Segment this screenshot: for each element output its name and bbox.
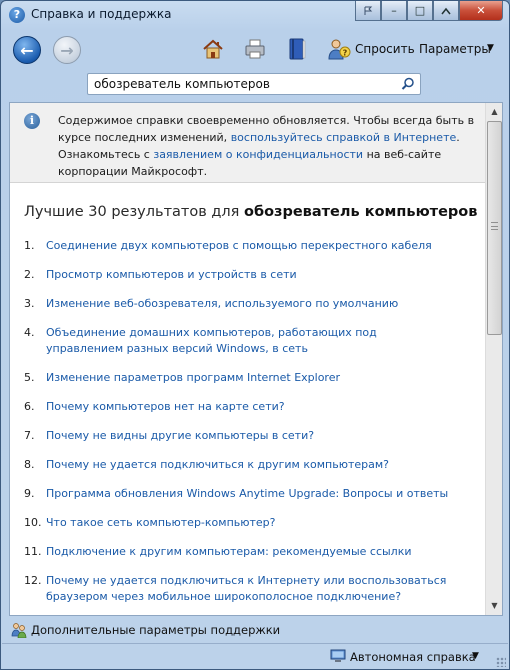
notice-text: Содержимое справки своевременно обновляе… xyxy=(58,112,478,180)
close-button[interactable]: ✕ xyxy=(459,1,503,21)
result-link[interactable]: Просмотр компьютеров и устройств в сети xyxy=(46,267,456,283)
options-button[interactable]: Параметры xyxy=(419,42,491,56)
ask-icon[interactable]: ? xyxy=(327,37,351,61)
result-number: 6. xyxy=(24,400,35,413)
resize-grip[interactable] xyxy=(496,657,506,667)
result-link[interactable]: Соединение двух компьютеров с помощью пе… xyxy=(46,238,456,254)
result-link[interactable]: Почему компьютеров нет на карте сети? xyxy=(46,399,456,415)
result-link[interactable]: Что такое сеть компьютер-компьютер? xyxy=(46,515,456,531)
result-link[interactable]: Почему не видны другие компьютеры в сети… xyxy=(46,428,456,444)
result-number: 7. xyxy=(24,429,35,442)
window-extra-button[interactable] xyxy=(433,1,459,21)
result-number: 9. xyxy=(24,487,35,500)
result-number: 11. xyxy=(24,545,42,558)
back-button[interactable]: ← xyxy=(13,36,41,64)
help-window: ? Справка и поддержка – □ ✕ ← → ? Спроси… xyxy=(0,0,510,670)
update-notice: i Содержимое справки своевременно обновл… xyxy=(10,103,486,183)
result-number: 1. xyxy=(24,239,35,252)
scrollbar-thumb[interactable] xyxy=(487,121,502,335)
search-icon[interactable] xyxy=(401,77,415,91)
privacy-statement-link[interactable]: заявлением о конфиденциальности xyxy=(153,148,363,161)
content-pane: i Содержимое справки своевременно обновл… xyxy=(9,102,503,616)
result-number: 10. xyxy=(24,516,42,529)
result-number: 12. xyxy=(24,574,42,587)
results-heading-query: обозреватель компьютеров xyxy=(244,204,478,220)
ask-button[interactable]: Спросить xyxy=(355,42,415,56)
search-box xyxy=(87,73,421,95)
support-bar: Дополнительные параметры поддержки xyxy=(9,619,503,641)
search-input[interactable] xyxy=(94,77,394,91)
results-heading-prefix: Лучшие 30 результатов для xyxy=(24,204,244,220)
maximize-button[interactable]: □ xyxy=(407,1,433,21)
result-link[interactable]: Почему не удается подключиться к другим … xyxy=(46,457,456,473)
online-help-link[interactable]: воспользуйтесь справкой в Интернете xyxy=(231,131,457,144)
book-icon[interactable] xyxy=(285,37,309,61)
info-icon: i xyxy=(24,113,40,129)
chevron-down-icon[interactable]: ▼ xyxy=(472,651,479,661)
status-bar: Автономная справка ▼ xyxy=(2,643,508,669)
result-link[interactable]: Изменение параметров программ Internet E… xyxy=(46,370,456,386)
result-number: 4. xyxy=(24,326,35,339)
svg-text:?: ? xyxy=(343,49,348,58)
scroll-down-button[interactable]: ▼ xyxy=(487,598,502,614)
minimize-button[interactable]: – xyxy=(381,1,407,21)
results-heading: Лучшие 30 результатов для обозреватель к… xyxy=(24,204,477,220)
result-link[interactable]: Объединение домашних компьютеров, работа… xyxy=(46,325,456,357)
title-bar: ? Справка и поддержка – □ ✕ xyxy=(1,1,509,29)
computer-icon[interactable] xyxy=(330,648,346,664)
offline-help-button[interactable]: Автономная справка xyxy=(350,650,476,664)
window-controls: – □ ✕ xyxy=(355,1,503,21)
grip-icon xyxy=(491,222,498,230)
result-number: 5. xyxy=(24,371,35,384)
help-app-icon: ? xyxy=(9,7,25,23)
window-menu-button[interactable] xyxy=(355,1,381,21)
result-link[interactable]: Программа обновления Windows Anytime Upg… xyxy=(46,486,456,502)
window-title: Справка и поддержка xyxy=(31,7,172,21)
scroll-up-button[interactable]: ▲ xyxy=(487,104,502,120)
result-number: 3. xyxy=(24,297,35,310)
result-link[interactable]: Подключение к другим компьютерам: рекоме… xyxy=(46,544,456,560)
additional-support-link[interactable]: Дополнительные параметры поддержки xyxy=(31,623,280,637)
print-icon[interactable] xyxy=(243,37,267,61)
chevron-up-icon xyxy=(441,7,451,14)
support-people-icon[interactable] xyxy=(11,622,27,638)
home-icon[interactable] xyxy=(201,37,225,61)
result-number: 8. xyxy=(24,458,35,471)
result-number: 2. xyxy=(24,268,35,281)
vertical-scrollbar[interactable]: ▲ ▼ xyxy=(485,103,502,615)
chevron-down-icon[interactable]: ▼ xyxy=(487,43,494,53)
result-link[interactable]: Почему не удается подключиться к Интерне… xyxy=(46,573,456,605)
flag-icon xyxy=(364,6,373,15)
forward-button[interactable]: → xyxy=(53,36,81,64)
result-link[interactable]: Изменение веб-обозревателя, используемог… xyxy=(46,296,456,312)
toolbar: ← → ? Спросить Параметры ▼ xyxy=(9,31,503,69)
